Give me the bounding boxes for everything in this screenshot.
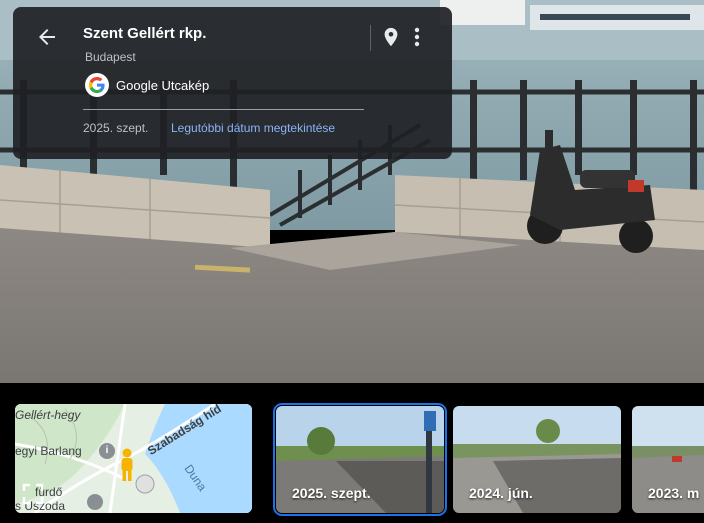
more-vert-icon[interactable] [409,25,425,49]
timeline-label: 2024. jún. [469,485,533,501]
divider [370,25,371,51]
timeline-thumb-0[interactable]: 2025. szept. [273,403,447,516]
place-subtitle: Budapest [85,50,136,64]
map-label-barlang: egyi Barlang [15,444,82,458]
timeline-thumb-2[interactable]: 2023. m [632,406,704,513]
location-pin-icon[interactable] [380,25,402,49]
timeline-label: 2025. szept. [292,485,371,501]
provider-label: Google Utcakép [116,78,210,93]
map-label-gellert: Gellért-hegy [15,408,81,422]
bottom-strip: Gellért-hegy egyi Barlang Szabadság híd … [0,383,704,523]
timeline-thumb-1[interactable]: 2024. jún. [453,406,621,513]
place-title: Szent Gellért rkp. [83,25,207,42]
back-arrow-icon[interactable] [35,25,59,49]
google-logo-icon [85,73,109,97]
pegman-icon[interactable] [118,448,136,482]
fullscreen-icon[interactable] [22,483,44,505]
capture-date: 2025. szept. [83,121,149,135]
mini-map[interactable]: Gellért-hegy egyi Barlang Szabadság híd … [15,404,252,513]
timeline-label: 2023. m [648,485,700,501]
view-latest-date-link[interactable]: Legutóbbi dátum megtekintése [171,121,335,135]
location-info-card: Szent Gellért rkp. Budapest Google Utcak… [13,7,452,159]
divider [83,109,364,110]
info-icon: i [105,445,109,456]
